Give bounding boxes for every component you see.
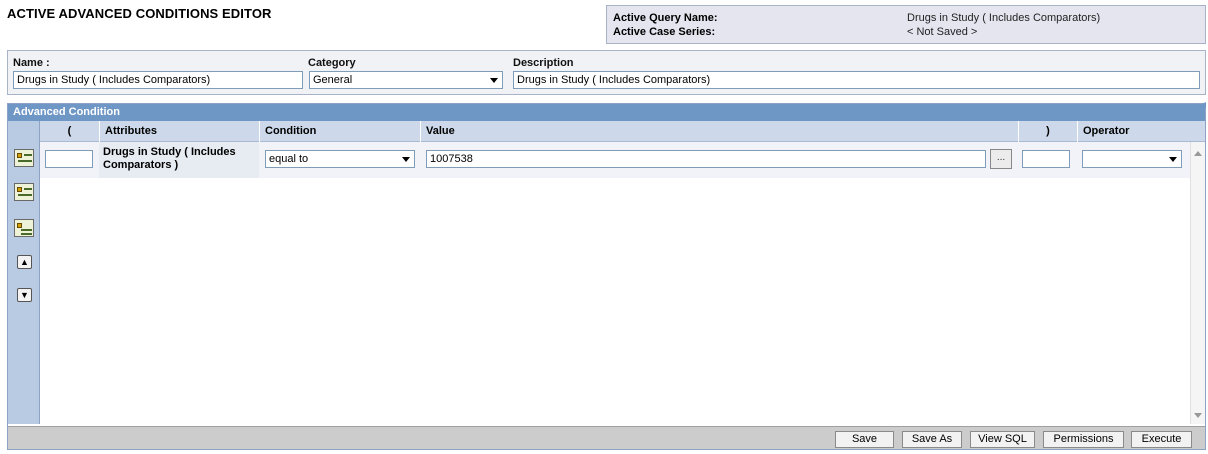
view-sql-button[interactable]: View SQL bbox=[970, 431, 1035, 448]
close-paren-input[interactable] bbox=[1022, 150, 1070, 168]
active-case-series-label: Active Case Series: bbox=[613, 26, 716, 38]
close-paren-cell bbox=[1018, 142, 1077, 178]
page-title: ACTIVE ADVANCED CONDITIONS EDITOR bbox=[7, 6, 272, 21]
active-query-panel: Active Query Name: Drugs in Study ( Incl… bbox=[606, 5, 1206, 44]
category-label: Category bbox=[308, 57, 356, 69]
description-label: Description bbox=[513, 57, 574, 69]
column-header-close-paren: ) bbox=[1018, 121, 1077, 142]
condition-cell: equal to bbox=[259, 142, 420, 178]
group-condition-icon[interactable] bbox=[14, 219, 34, 237]
action-bar: Save Save As View SQL Permissions Execut… bbox=[8, 426, 1205, 449]
category-select-value: General bbox=[313, 74, 353, 86]
scroll-up-icon[interactable] bbox=[1194, 151, 1202, 156]
chevron-down-icon bbox=[402, 157, 410, 162]
move-down-icon[interactable]: ▼ bbox=[17, 288, 32, 302]
column-header-condition: Condition bbox=[259, 121, 420, 142]
condition-toolbar: ▲ ▼ bbox=[8, 121, 40, 424]
column-header-operator: Operator bbox=[1077, 121, 1205, 142]
active-query-value: Drugs in Study ( Includes Comparators) bbox=[907, 12, 1101, 24]
category-select[interactable]: General bbox=[309, 71, 503, 89]
scroll-down-icon[interactable] bbox=[1194, 413, 1202, 418]
name-field[interactable]: Drugs in Study ( Includes Comparators) bbox=[13, 71, 303, 89]
open-paren-cell bbox=[40, 142, 99, 178]
advanced-condition-panel: Advanced Condition ▲ ▼ ( Attributes Cond… bbox=[7, 102, 1206, 450]
insert-condition-icon[interactable] bbox=[14, 183, 34, 201]
value-picker-button[interactable]: ... bbox=[990, 149, 1012, 169]
panel-corner-decoration bbox=[1194, 102, 1206, 108]
condition-grid-header: ( Attributes Condition Value ) Operator bbox=[40, 121, 1205, 142]
open-paren-input[interactable] bbox=[45, 150, 93, 168]
value-cell: 1007538 ... bbox=[420, 142, 1018, 178]
query-header-form: Name : Drugs in Study ( Includes Compara… bbox=[7, 50, 1206, 95]
execute-button[interactable]: Execute bbox=[1131, 431, 1192, 448]
vertical-scrollbar[interactable] bbox=[1190, 142, 1205, 424]
add-condition-icon[interactable] bbox=[14, 149, 34, 167]
table-row: Drugs in Study ( Includes Comparators ) … bbox=[40, 142, 1190, 178]
condition-select-value: equal to bbox=[269, 153, 309, 165]
advanced-condition-title: Advanced Condition bbox=[8, 104, 1205, 121]
column-header-value: Value bbox=[420, 121, 1018, 142]
save-as-button[interactable]: Save As bbox=[902, 431, 962, 448]
chevron-down-icon bbox=[490, 78, 498, 83]
permissions-button[interactable]: Permissions bbox=[1043, 431, 1124, 448]
chevron-down-icon bbox=[1169, 157, 1177, 162]
operator-select[interactable] bbox=[1082, 150, 1182, 168]
description-field[interactable]: Drugs in Study ( Includes Comparators) bbox=[513, 71, 1200, 89]
column-header-attributes: Attributes bbox=[99, 121, 259, 142]
value-input[interactable]: 1007538 bbox=[426, 150, 986, 168]
attribute-cell: Drugs in Study ( Includes Comparators ) bbox=[99, 142, 259, 178]
name-label: Name : bbox=[13, 57, 50, 69]
move-up-icon[interactable]: ▲ bbox=[17, 255, 32, 269]
condition-select[interactable]: equal to bbox=[265, 150, 415, 168]
operator-cell bbox=[1077, 142, 1190, 178]
save-button[interactable]: Save bbox=[835, 431, 894, 448]
column-header-open-paren: ( bbox=[67, 125, 72, 137]
active-query-label: Active Query Name: bbox=[613, 12, 718, 24]
active-case-series-value: < Not Saved > bbox=[907, 26, 978, 38]
